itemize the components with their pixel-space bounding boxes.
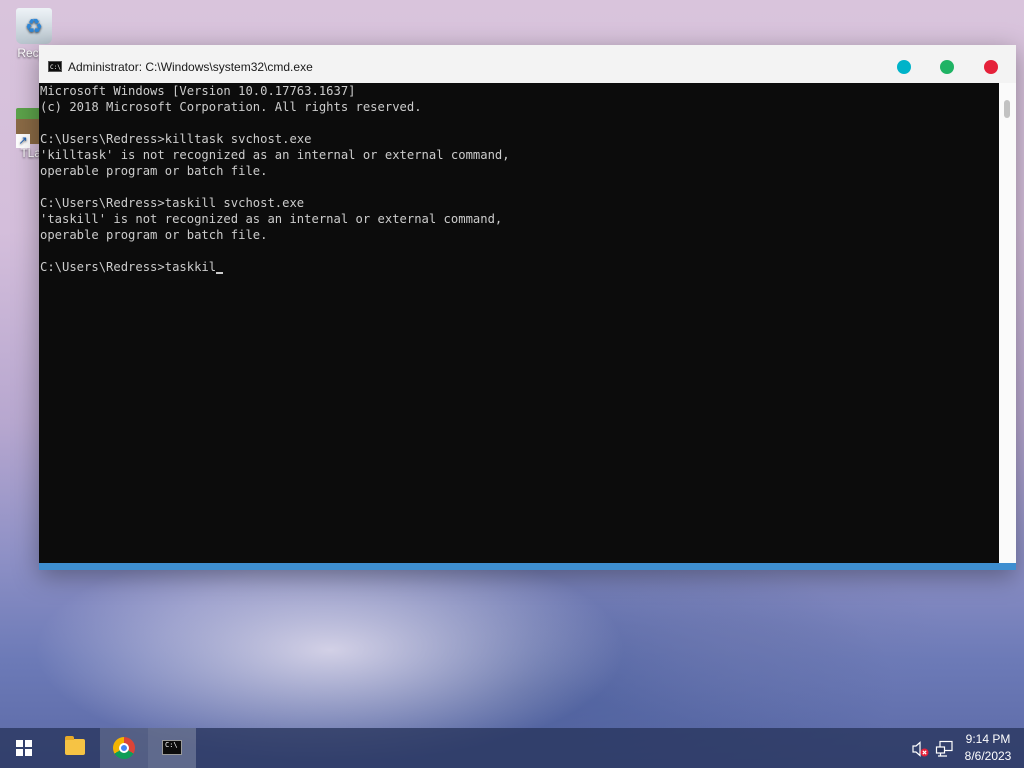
clock-time: 9:14 PM: [965, 732, 1011, 746]
close-button[interactable]: [984, 60, 998, 74]
minimize-button[interactable]: [897, 60, 911, 74]
cmd-window[interactable]: C:\ Administrator: C:\Windows\system32\c…: [39, 45, 1016, 570]
console-line: 'taskill' is not recognized as an intern…: [40, 212, 503, 226]
cmd-app-icon: C:\: [48, 61, 62, 72]
volume-button[interactable]: [908, 728, 932, 768]
start-button[interactable]: [0, 728, 48, 768]
chrome-icon: [113, 737, 135, 759]
folder-icon: [65, 736, 85, 755]
clock-date: 8/6/2023: [964, 749, 1012, 763]
console-line: (c) 2018 Microsoft Corporation. All righ…: [40, 100, 422, 114]
console-input-text[interactable]: C:\Users\Redress>taskkil: [40, 260, 216, 274]
network-button[interactable]: [934, 728, 958, 768]
console-line: C:\Users\Redress>killtask svchost.exe: [40, 132, 312, 146]
chrome-button[interactable]: [100, 728, 148, 768]
cmd-button[interactable]: C:\: [148, 728, 196, 768]
network-icon: [935, 740, 953, 757]
text-cursor: [216, 272, 224, 274]
window-bottom-border: [39, 563, 1016, 570]
console-prompt-line[interactable]: C:\Users\Redress>taskkil: [39, 259, 999, 275]
console-line: 'killtask' is not recognized as an inter…: [40, 148, 510, 162]
recycle-bin-icon: [16, 8, 52, 44]
console-output[interactable]: Microsoft Windows [Version 10.0.17763.16…: [39, 83, 999, 563]
console-line: C:\Users\Redress>taskill svchost.exe: [40, 196, 305, 210]
taskbar: C:\ 9:14 PM 8/6/2023: [0, 728, 1024, 768]
console-line: operable program or batch file.: [40, 164, 268, 178]
console-line: Microsoft Windows [Version 10.0.17763.16…: [40, 84, 356, 98]
file-explorer-button[interactable]: [50, 728, 98, 768]
windows-logo-icon: [16, 740, 32, 756]
maximize-button[interactable]: [940, 60, 954, 74]
terminal-icon: C:\: [162, 740, 182, 755]
scrollbar-thumb[interactable]: [1004, 100, 1010, 118]
window-title: Administrator: C:\Windows\system32\cmd.e…: [68, 60, 313, 74]
system-clock[interactable]: 9:14 PM 8/6/2023: [958, 731, 1018, 765]
vertical-scrollbar[interactable]: [999, 83, 1016, 563]
console-line: operable program or batch file.: [40, 228, 268, 242]
volume-muted-icon: [912, 741, 929, 757]
title-bar[interactable]: C:\ Administrator: C:\Windows\system32\c…: [39, 45, 1016, 84]
